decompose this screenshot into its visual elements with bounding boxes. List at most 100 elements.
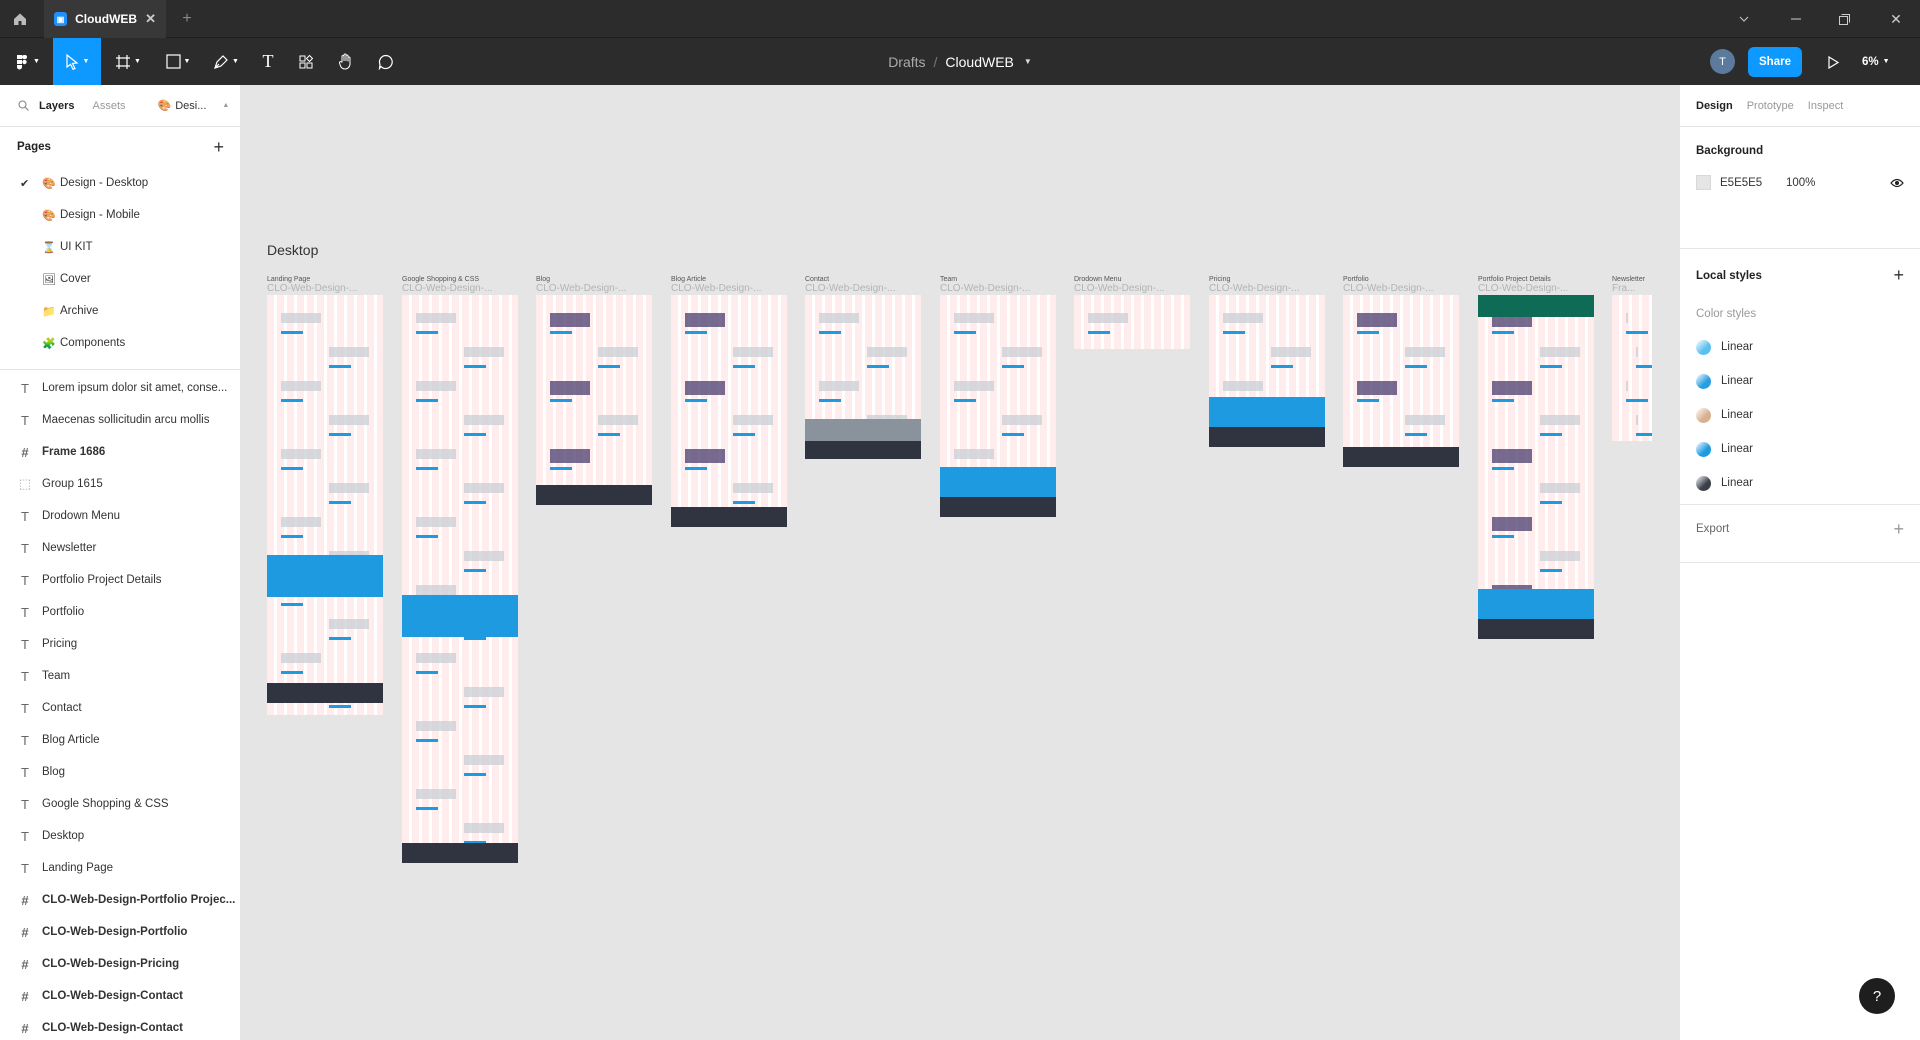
layer-item[interactable]: T Desktop	[0, 820, 240, 852]
search-icon[interactable]	[18, 100, 29, 111]
frame-title[interactable]: Pricing	[1209, 276, 1230, 283]
main-menu-button[interactable]: ▼	[8, 38, 46, 85]
eye-icon[interactable]	[1890, 178, 1904, 188]
frame-thumbnail[interactable]	[671, 295, 787, 527]
close-tab-icon[interactable]: ✕	[145, 11, 156, 27]
frame-tool-button[interactable]: ▼	[108, 38, 148, 85]
frame-title[interactable]: Drodown Menu	[1074, 276, 1121, 283]
page-item[interactable]: 🖼 Cover	[0, 263, 240, 295]
file-tab[interactable]: ▣ CloudWEB ✕	[44, 0, 166, 38]
frame-thumbnail[interactable]	[1478, 295, 1594, 639]
frame-name-label[interactable]: CLO-Web-Design-...	[1209, 283, 1325, 294]
bg-opacity-input[interactable]: 100%	[1786, 177, 1815, 189]
frame-title[interactable]: Landing Page	[267, 276, 310, 283]
frame-title[interactable]: Portfolio Project Details	[1478, 276, 1551, 283]
minimize-icon[interactable]	[1776, 0, 1816, 38]
section-label[interactable]: Desktop	[267, 242, 318, 258]
frame-name-label[interactable]: CLO-Web-Design-...	[1074, 283, 1190, 294]
restore-icon[interactable]	[1824, 0, 1864, 38]
zoom-control[interactable]: 6% ▼	[1862, 38, 1912, 85]
page-item[interactable]: ⌛ UI KIT	[0, 231, 240, 263]
frame-thumbnail[interactable]	[267, 295, 383, 715]
help-button[interactable]: ?	[1859, 978, 1895, 1014]
bg-hex-input[interactable]: E5E5E5	[1720, 177, 1786, 189]
frame-name-label[interactable]: CLO-Web-Design-...	[805, 283, 921, 294]
frame-thumbnail[interactable]	[402, 295, 518, 863]
home-icon[interactable]	[0, 0, 40, 38]
frame-title[interactable]: Google Shopping & CSS	[402, 276, 479, 283]
layer-item[interactable]: T Blog Article	[0, 724, 240, 756]
layer-item[interactable]: # CLO-Web-Design-Portfolio	[0, 916, 240, 948]
tab-list-chevron-icon[interactable]	[1728, 0, 1760, 38]
layer-item[interactable]: T Maecenas sollicitudin arcu mollis	[0, 404, 240, 436]
page-item[interactable]: 📁 Archive	[0, 295, 240, 327]
page-item[interactable]: 🎨 Design - Mobile	[0, 199, 240, 231]
frame-name-label[interactable]: CLO-Web-Design-...	[536, 283, 652, 294]
frame-title[interactable]: Team	[940, 276, 957, 283]
tab-prototype[interactable]: Prototype	[1747, 100, 1794, 112]
layer-item[interactable]: T Google Shopping & CSS	[0, 788, 240, 820]
frame-thumbnail[interactable]	[940, 295, 1056, 517]
tab-assets[interactable]: Assets	[92, 100, 125, 112]
frame-title[interactable]: Portfolio	[1343, 276, 1369, 283]
frame-thumbnail[interactable]	[1343, 295, 1459, 467]
color-style-item[interactable]: Linear	[1696, 398, 1904, 432]
page-item[interactable]: 🧩 Components	[0, 327, 240, 359]
comment-tool-icon[interactable]	[370, 38, 402, 85]
add-export-icon[interactable]: +	[1893, 520, 1904, 562]
canvas[interactable]: Desktop Landing Page CLO-Web-Design-... Go…	[241, 85, 1679, 1040]
frame-thumbnail[interactable]	[805, 295, 921, 459]
layer-item[interactable]: T Landing Page	[0, 852, 240, 884]
layer-item[interactable]: T Team	[0, 660, 240, 692]
layer-item[interactable]: T Lorem ipsum dolor sit amet, conse...	[0, 372, 240, 404]
frame-title[interactable]: Blog	[536, 276, 550, 283]
layer-item[interactable]: # CLO-Web-Design-Contact	[0, 980, 240, 1012]
color-style-item[interactable]: Linear	[1696, 466, 1904, 500]
tab-layers[interactable]: Layers	[39, 100, 74, 112]
add-style-icon[interactable]: +	[1893, 265, 1904, 286]
layer-item[interactable]: T Contact	[0, 692, 240, 724]
frame-title[interactable]: Newsletter	[1612, 276, 1645, 283]
tab-design[interactable]: Design	[1696, 100, 1733, 112]
color-style-item[interactable]: Linear	[1696, 330, 1904, 364]
layer-item[interactable]: # Frame 1686	[0, 436, 240, 468]
layer-item[interactable]: T Portfolio Project Details	[0, 564, 240, 596]
add-page-icon[interactable]: +	[213, 137, 224, 158]
file-name[interactable]: CloudWEB	[945, 54, 1013, 70]
file-menu-chevron-icon[interactable]: ▼	[1024, 57, 1032, 66]
frame-name-label[interactable]: Fra...	[1612, 283, 1652, 294]
frame-name-label[interactable]: CLO-Web-Design-...	[940, 283, 1056, 294]
frame-thumbnail[interactable]	[1209, 295, 1325, 447]
frame-name-label[interactable]: CLO-Web-Design-...	[671, 283, 787, 294]
present-play-icon[interactable]	[1818, 47, 1848, 77]
page-pill[interactable]: 🎨 Desi... ▲	[158, 99, 230, 113]
layer-item[interactable]: T Portfolio	[0, 596, 240, 628]
bg-swatch[interactable]	[1696, 175, 1711, 190]
layer-item[interactable]: # CLO-Web-Design-Pricing	[0, 948, 240, 980]
pen-tool-button[interactable]: ▼	[206, 38, 246, 85]
frame-thumbnail[interactable]	[1074, 295, 1190, 349]
frame-thumbnail[interactable]	[1612, 295, 1652, 441]
frame-title[interactable]: Blog Article	[671, 276, 706, 283]
avatar[interactable]: T	[1710, 49, 1735, 74]
layer-item[interactable]: ⬚ Group 1615	[0, 468, 240, 500]
frame-name-label[interactable]: CLO-Web-Design-...	[1343, 283, 1459, 294]
page-item[interactable]: ✔ 🎨 Design - Desktop	[0, 167, 240, 199]
tab-inspect[interactable]: Inspect	[1808, 100, 1843, 112]
share-button[interactable]: Share	[1748, 47, 1802, 77]
layer-item[interactable]: T Blog	[0, 756, 240, 788]
frame-name-label[interactable]: CLO-Web-Design-...	[1478, 283, 1594, 294]
color-style-item[interactable]: Linear	[1696, 432, 1904, 466]
layer-item[interactable]: # CLO-Web-Design-Contact	[0, 1012, 240, 1040]
frame-name-label[interactable]: CLO-Web-Design-...	[267, 283, 383, 294]
breadcrumb-drafts[interactable]: Drafts	[888, 54, 925, 70]
frame-name-label[interactable]: CLO-Web-Design-...	[402, 283, 518, 294]
color-style-item[interactable]: Linear	[1696, 364, 1904, 398]
close-window-icon[interactable]: ✕	[1872, 0, 1920, 38]
new-tab-button[interactable]: +	[176, 0, 198, 38]
shape-tool-button[interactable]: ▼	[158, 38, 198, 85]
frame-thumbnail[interactable]	[536, 295, 652, 505]
resources-icon[interactable]	[290, 38, 322, 85]
layer-item[interactable]: T Newsletter	[0, 532, 240, 564]
frame-title[interactable]: Contact	[805, 276, 829, 283]
